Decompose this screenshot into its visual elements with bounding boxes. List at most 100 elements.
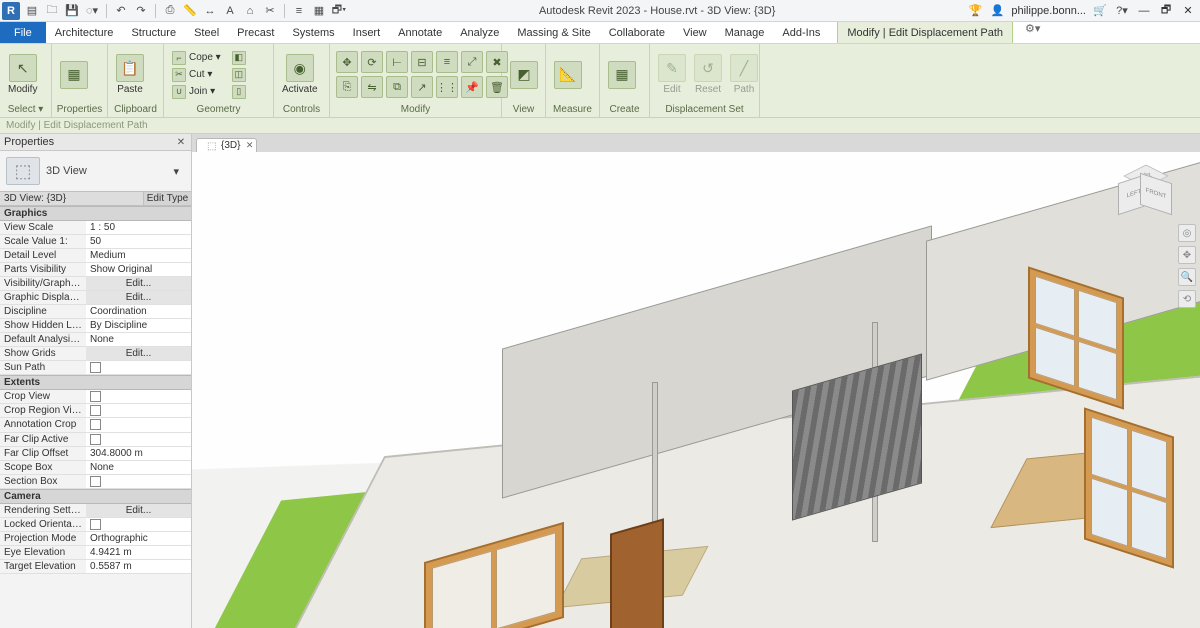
property-value[interactable]: Medium — [86, 249, 191, 262]
qat-dimension-icon[interactable]: ↔ — [202, 3, 218, 19]
property-checkbox[interactable] — [86, 418, 191, 431]
window-minimize-icon[interactable]: — — [1136, 3, 1152, 19]
tab-insert[interactable]: Insert — [344, 22, 390, 43]
property-list[interactable]: GraphicsView Scale1 : 50Scale Value 1:50… — [0, 206, 191, 628]
tab-modify-edit-displacement-path[interactable]: Modify | Edit Displacement Path — [837, 22, 1013, 43]
create-button[interactable]: ▦ — [604, 59, 640, 91]
qat-undo-icon[interactable]: ↶ — [113, 3, 129, 19]
qat-save-icon[interactable]: 💾 — [64, 3, 80, 19]
property-checkbox[interactable] — [86, 518, 191, 531]
property-value[interactable]: 0.5587 m — [86, 560, 191, 573]
qat-redo-icon[interactable]: ↷ — [133, 3, 149, 19]
file-tab[interactable]: File — [0, 22, 46, 43]
tab-precast[interactable]: Precast — [228, 22, 283, 43]
qat-close-hidden-icon[interactable]: ▦ — [311, 3, 327, 19]
modify-button[interactable]: ↖ Modify — [4, 52, 41, 97]
nav-orbit-icon[interactable]: ⟲ — [1178, 290, 1196, 308]
qat-thin-lines-icon[interactable]: ≡ — [291, 3, 307, 19]
tab-steel[interactable]: Steel — [185, 22, 228, 43]
tab-architecture[interactable]: Architecture — [46, 22, 123, 43]
property-edit-button[interactable]: Edit... — [86, 277, 191, 290]
nav-pan-icon[interactable]: ✥ — [1178, 246, 1196, 264]
property-value[interactable]: None — [86, 333, 191, 346]
tab-massing-site[interactable]: Massing & Site — [508, 22, 599, 43]
tab-close-icon[interactable]: ✕ — [246, 140, 254, 151]
rotate-icon[interactable]: ⟳ — [361, 51, 383, 73]
split-element-icon[interactable]: ⊟ — [411, 51, 433, 73]
cope-button[interactable]: ⌐Cope ▾ — [168, 50, 225, 66]
split-icon[interactable]: ◫ — [228, 67, 250, 83]
property-group-header[interactable]: Camera — [0, 489, 191, 504]
type-selector[interactable]: ⬚ 3D View▾ — [0, 151, 191, 191]
qat-text-icon[interactable]: A — [222, 3, 238, 19]
qat-measure-icon[interactable]: 📏 — [182, 3, 198, 19]
tab-annotate[interactable]: Annotate — [389, 22, 451, 43]
wall-opening-icon[interactable]: ▯ — [228, 84, 250, 100]
nav-wheel-icon[interactable]: ◎ — [1178, 224, 1196, 242]
window-restore-icon[interactable]: 🗗 — [1158, 3, 1174, 19]
scale-icon[interactable]: ⤢ — [461, 51, 483, 73]
mirror-axis-icon[interactable]: ⇋ — [361, 76, 383, 98]
paste-button[interactable]: 📋 Paste — [112, 52, 148, 97]
property-checkbox[interactable] — [86, 361, 191, 374]
property-checkbox[interactable] — [86, 404, 191, 417]
array-icon[interactable]: ⋮⋮ — [436, 76, 458, 98]
document-tab-3d[interactable]: ⬚ {3D} ✕ — [196, 138, 257, 152]
pin-icon[interactable]: 📌 — [461, 76, 483, 98]
tab-view[interactable]: View — [674, 22, 716, 43]
qat-section-icon[interactable]: ✂ — [262, 3, 278, 19]
property-checkbox[interactable] — [86, 433, 191, 446]
property-value[interactable]: Show Original — [86, 263, 191, 276]
view-button[interactable]: ◩ — [506, 59, 542, 91]
offset-icon[interactable]: ↗ — [411, 76, 433, 98]
tab-systems[interactable]: Systems — [283, 22, 343, 43]
property-value[interactable]: By Discipline — [86, 319, 191, 332]
copy-icon[interactable]: ⎘ — [336, 76, 358, 98]
qat-open-icon[interactable]: 🗀 — [44, 3, 60, 19]
nav-zoom-icon[interactable]: 🔍 — [1178, 268, 1196, 286]
property-group-header[interactable]: Graphics — [0, 206, 191, 221]
measure-button[interactable]: 📐 — [550, 59, 586, 91]
infocenter-trophy-icon[interactable]: 🏆 — [967, 3, 983, 19]
qat-print-icon[interactable]: ⎙ — [162, 3, 178, 19]
tab-structure[interactable]: Structure — [122, 22, 185, 43]
window-close-icon[interactable]: ✕ — [1180, 3, 1196, 19]
property-value[interactable]: 1 : 50 — [86, 221, 191, 234]
qat-switch-windows-icon[interactable]: 🗗▾ — [331, 3, 347, 19]
properties-close-icon[interactable]: ✕ — [175, 136, 187, 148]
property-value[interactable]: Orthographic — [86, 532, 191, 545]
tab-manage[interactable]: Manage — [716, 22, 774, 43]
property-group-header[interactable]: Extents — [0, 375, 191, 390]
property-value[interactable]: 4.9421 m — [86, 546, 191, 559]
qat-file-icon[interactable]: ▤ — [24, 3, 40, 19]
infocenter-signin-icon[interactable]: 👤 — [989, 3, 1005, 19]
property-edit-button[interactable]: Edit... — [86, 291, 191, 304]
tab-collaborate[interactable]: Collaborate — [600, 22, 674, 43]
qat-sync-dropdown-icon[interactable]: ◌▾ — [84, 3, 100, 19]
property-value[interactable]: Coordination — [86, 305, 191, 318]
cut-button[interactable]: ✂Cut ▾ — [168, 67, 225, 83]
user-name[interactable]: philippe.bonn... — [1011, 5, 1086, 17]
property-checkbox[interactable] — [86, 475, 191, 488]
property-edit-button[interactable]: Edit... — [86, 504, 191, 517]
property-value[interactable]: 304.8000 m — [86, 447, 191, 460]
mirror-pick-icon[interactable]: ⧉ — [386, 76, 408, 98]
tab-analyze[interactable]: Analyze — [451, 22, 508, 43]
align-icon[interactable]: ≡ — [436, 51, 458, 73]
property-value[interactable]: 50 — [86, 235, 191, 248]
help-icon[interactable]: ?▾ — [1114, 3, 1130, 19]
viewcube[interactable]: TOP LEFT FRONT — [1124, 164, 1172, 212]
edit-type-button[interactable]: Edit Type — [143, 192, 191, 205]
trim-icon[interactable]: ⊢ — [386, 51, 408, 73]
ribbon-options-icon[interactable]: ⚙▾ — [1025, 22, 1039, 36]
property-value[interactable]: None — [86, 461, 191, 474]
qat-3d-icon[interactable]: ⌂ — [242, 3, 258, 19]
3d-viewport[interactable]: TOP LEFT FRONT ◎ ✥ 🔍 ⟲ — [192, 152, 1200, 628]
property-edit-button[interactable]: Edit... — [86, 347, 191, 360]
property-checkbox[interactable] — [86, 390, 191, 403]
viewcube-front[interactable]: FRONT — [1140, 173, 1172, 215]
move-icon[interactable]: ✥ — [336, 51, 358, 73]
properties-button[interactable]: ▦ — [56, 59, 92, 91]
activate-button[interactable]: ◉ Activate — [278, 52, 322, 97]
notch-icon[interactable]: ◧ — [228, 50, 250, 66]
